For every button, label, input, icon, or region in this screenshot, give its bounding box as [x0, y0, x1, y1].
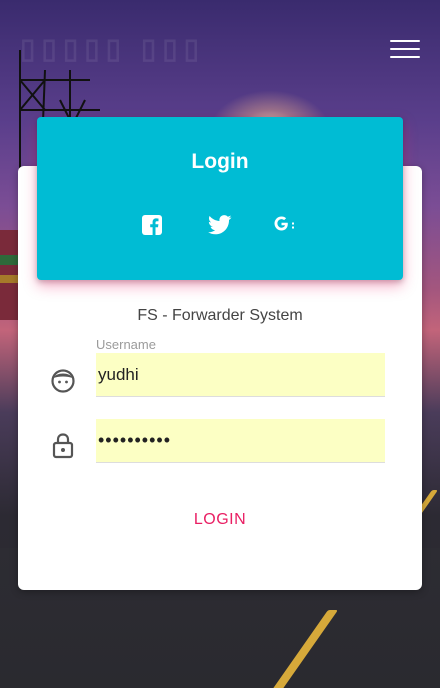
lock-icon: [52, 433, 74, 459]
face-icon: [51, 369, 75, 393]
facebook-icon: [142, 215, 162, 235]
twitter-icon: [208, 215, 232, 235]
app-subtitle: FS - Forwarder System: [137, 307, 303, 324]
username-input[interactable]: [96, 353, 385, 397]
google-plus-icon: [274, 216, 296, 231]
login-title: Login: [191, 150, 249, 173]
username-label: Username: [96, 337, 156, 352]
google-plus-button[interactable]: [270, 208, 304, 242]
login-button[interactable]: LOGIN: [160, 505, 280, 535]
password-input[interactable]: [96, 419, 385, 463]
login-header-card: [37, 117, 403, 280]
faded-brand-text: ▯▯▯▯▯ ▯▯▯: [20, 33, 206, 64]
facebook-button[interactable]: [135, 208, 169, 242]
hamburger-menu-icon[interactable]: [390, 40, 420, 58]
twitter-button[interactable]: [203, 208, 237, 242]
